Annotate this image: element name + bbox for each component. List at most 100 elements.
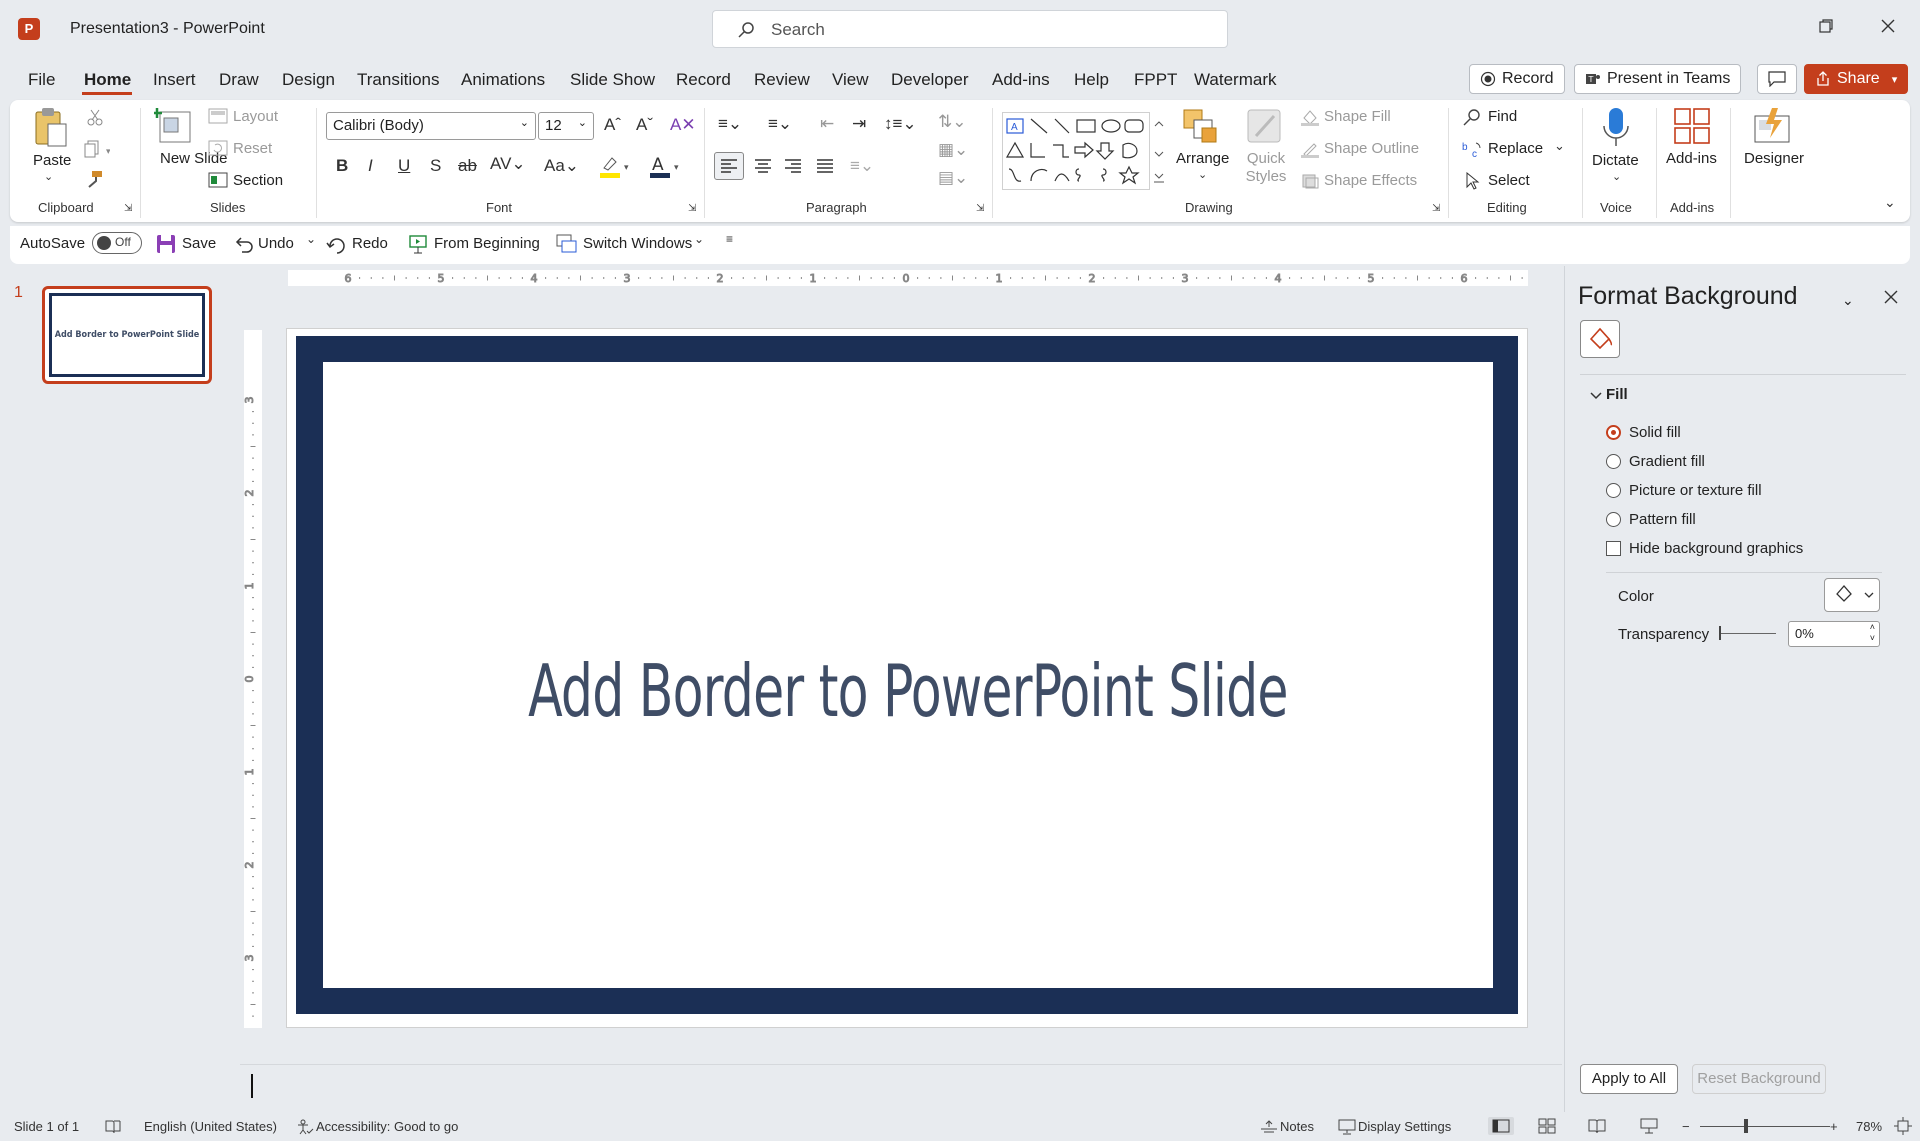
undo-button[interactable]: Undo (258, 235, 294, 252)
decrease-indent-icon[interactable]: ⇤ (820, 114, 834, 134)
new-slide-button[interactable] (154, 106, 194, 146)
align-right-icon[interactable] (780, 153, 806, 179)
dictate-button[interactable] (1598, 106, 1638, 148)
copy-icon[interactable]: ▾ (84, 140, 110, 158)
transparency-input[interactable]: 0% ˄˅ (1788, 621, 1880, 647)
shape-outline-button[interactable]: Shape Outline (1324, 140, 1419, 157)
gradient-fill-radio[interactable] (1606, 454, 1621, 469)
tab-slide-show[interactable]: Slide Show (570, 70, 655, 90)
normal-view-button[interactable] (1488, 1117, 1514, 1135)
numbering-icon[interactable]: ≡⌄ (768, 114, 792, 134)
undo-icon[interactable] (234, 234, 254, 254)
reading-view-icon[interactable] (1588, 1118, 1606, 1134)
shape-effects-button[interactable]: Shape Effects (1324, 172, 1417, 189)
line-spacing-icon[interactable]: ↕≡⌄ (884, 114, 917, 134)
align-center-icon[interactable] (750, 153, 776, 179)
switch-windows-button[interactable]: Switch Windows (583, 235, 692, 252)
hide-background-graphics-option[interactable]: Hide background graphics (1606, 540, 1803, 557)
fill-tab-button[interactable] (1580, 320, 1620, 358)
share-button[interactable]: Share ▾ (1804, 64, 1908, 94)
record-button[interactable]: Record (1469, 64, 1565, 94)
redo-button[interactable]: Redo (352, 235, 388, 252)
tab-home[interactable]: Home (84, 70, 131, 90)
tab-developer[interactable]: Developer (891, 70, 969, 90)
picture-fill-option[interactable]: Picture or texture fill (1606, 482, 1762, 499)
quick-styles-button[interactable] (1244, 106, 1288, 146)
dictate-dropdown-icon[interactable]: ⌄ (1612, 170, 1621, 183)
search-box[interactable]: Search (712, 10, 1228, 48)
gradient-fill-option[interactable]: Gradient fill (1606, 453, 1705, 470)
replace-dropdown-icon[interactable]: ⌄ (1554, 138, 1565, 154)
add-ins-button[interactable] (1672, 106, 1716, 146)
slide-thumbnail[interactable]: Add Border to PowerPoint Slide (42, 286, 212, 384)
tab-fppt[interactable]: FPPT (1134, 70, 1177, 90)
arrange-dropdown-icon[interactable]: ⌄ (1198, 168, 1207, 181)
solid-fill-option[interactable]: Solid fill (1606, 424, 1681, 441)
picture-fill-radio[interactable] (1606, 483, 1621, 498)
save-icon[interactable] (156, 234, 176, 254)
pattern-fill-option[interactable]: Pattern fill (1606, 511, 1696, 528)
switch-windows-icon[interactable] (556, 234, 578, 254)
pattern-fill-radio[interactable] (1606, 512, 1621, 527)
columns-icon[interactable]: ≡⌄ (850, 156, 874, 176)
zoom-in-icon[interactable]: + (1830, 1119, 1838, 1134)
spin-buttons-icon[interactable]: ˄˅ (1870, 622, 1875, 644)
tab-draw[interactable]: Draw (219, 70, 259, 90)
tab-watermark[interactable]: Watermark (1194, 70, 1277, 90)
fill-collapse-icon[interactable] (1590, 390, 1602, 402)
shrink-font-icon[interactable]: Aˇ (636, 115, 653, 135)
cut-icon[interactable] (86, 108, 104, 126)
customize-qat-icon[interactable]: ≡ (726, 232, 733, 246)
share-dropdown-icon[interactable]: ▾ (1892, 73, 1898, 86)
change-case-icon[interactable]: Aa⌄ (544, 156, 579, 176)
paste-button[interactable] (32, 106, 72, 148)
autosave-toggle[interactable]: Off (92, 232, 142, 254)
redo-icon[interactable] (326, 234, 346, 254)
from-beginning-button[interactable]: From Beginning (434, 235, 540, 252)
font-size-combo[interactable]: 12 ⌄ (538, 112, 594, 140)
undo-dropdown-icon[interactable]: ⌄ (306, 232, 316, 246)
hide-background-graphics-checkbox[interactable] (1606, 541, 1621, 556)
tab-transitions[interactable]: Transitions (357, 70, 440, 90)
ribbon-collapse-icon[interactable]: ⌄ (1884, 194, 1896, 211)
find-button[interactable]: Find (1488, 108, 1517, 125)
font-launcher-icon[interactable]: ⇲ (688, 203, 696, 214)
section-button[interactable]: Section (233, 172, 283, 189)
slide-content[interactable]: Add Border to PowerPoint Slide (323, 362, 1493, 988)
convert-smartart-icon[interactable]: ▤⌄ (938, 168, 968, 188)
spell-check-icon[interactable] (104, 1119, 122, 1135)
underline-icon[interactable]: U (398, 156, 410, 176)
format-painter-icon[interactable] (86, 170, 104, 188)
shadow-icon[interactable]: S (430, 156, 441, 176)
transparency-slider[interactable] (1720, 633, 1776, 634)
apply-to-all-button[interactable]: Apply to All (1580, 1064, 1678, 1094)
designer-button[interactable] (1752, 106, 1796, 146)
slide-show-view-icon[interactable] (1640, 1118, 1658, 1134)
close-pane-icon[interactable] (1884, 290, 1898, 304)
grow-font-icon[interactable]: Aˆ (604, 115, 621, 135)
align-left-button[interactable] (714, 152, 744, 180)
italic-icon[interactable]: I (368, 156, 373, 176)
switch-windows-dropdown-icon[interactable]: ⌄ (694, 232, 704, 246)
tab-record[interactable]: Record (676, 70, 731, 90)
shapes-more-icon[interactable] (1152, 112, 1166, 190)
zoom-slider[interactable] (1700, 1126, 1830, 1127)
reset-button[interactable]: Reset (233, 140, 272, 157)
tab-design[interactable]: Design (282, 70, 335, 90)
notes-button[interactable]: Notes (1280, 1119, 1314, 1134)
layout-button[interactable]: Layout (233, 108, 278, 125)
clipboard-launcher-icon[interactable]: ⇲ (124, 203, 132, 214)
reset-background-button[interactable]: Reset Background (1692, 1064, 1826, 1094)
slide-sorter-icon[interactable] (1538, 1118, 1556, 1134)
zoom-level[interactable]: 78% (1856, 1119, 1882, 1134)
tab-file[interactable]: File (28, 70, 55, 90)
paragraph-launcher-icon[interactable]: ⇲ (976, 203, 984, 214)
present-in-teams-button[interactable]: T Present in Teams (1574, 64, 1741, 94)
shape-fill-button[interactable]: Shape Fill (1324, 108, 1391, 125)
vertical-ruler[interactable]: 3210123 (244, 330, 262, 1028)
color-picker-button[interactable] (1824, 578, 1880, 612)
save-button[interactable]: Save (182, 235, 216, 252)
clear-formatting-icon[interactable]: A✕ (670, 115, 696, 135)
accessibility-status[interactable]: Accessibility: Good to go (316, 1119, 458, 1134)
horizontal-ruler[interactable]: 6543210123456 (288, 270, 1528, 286)
